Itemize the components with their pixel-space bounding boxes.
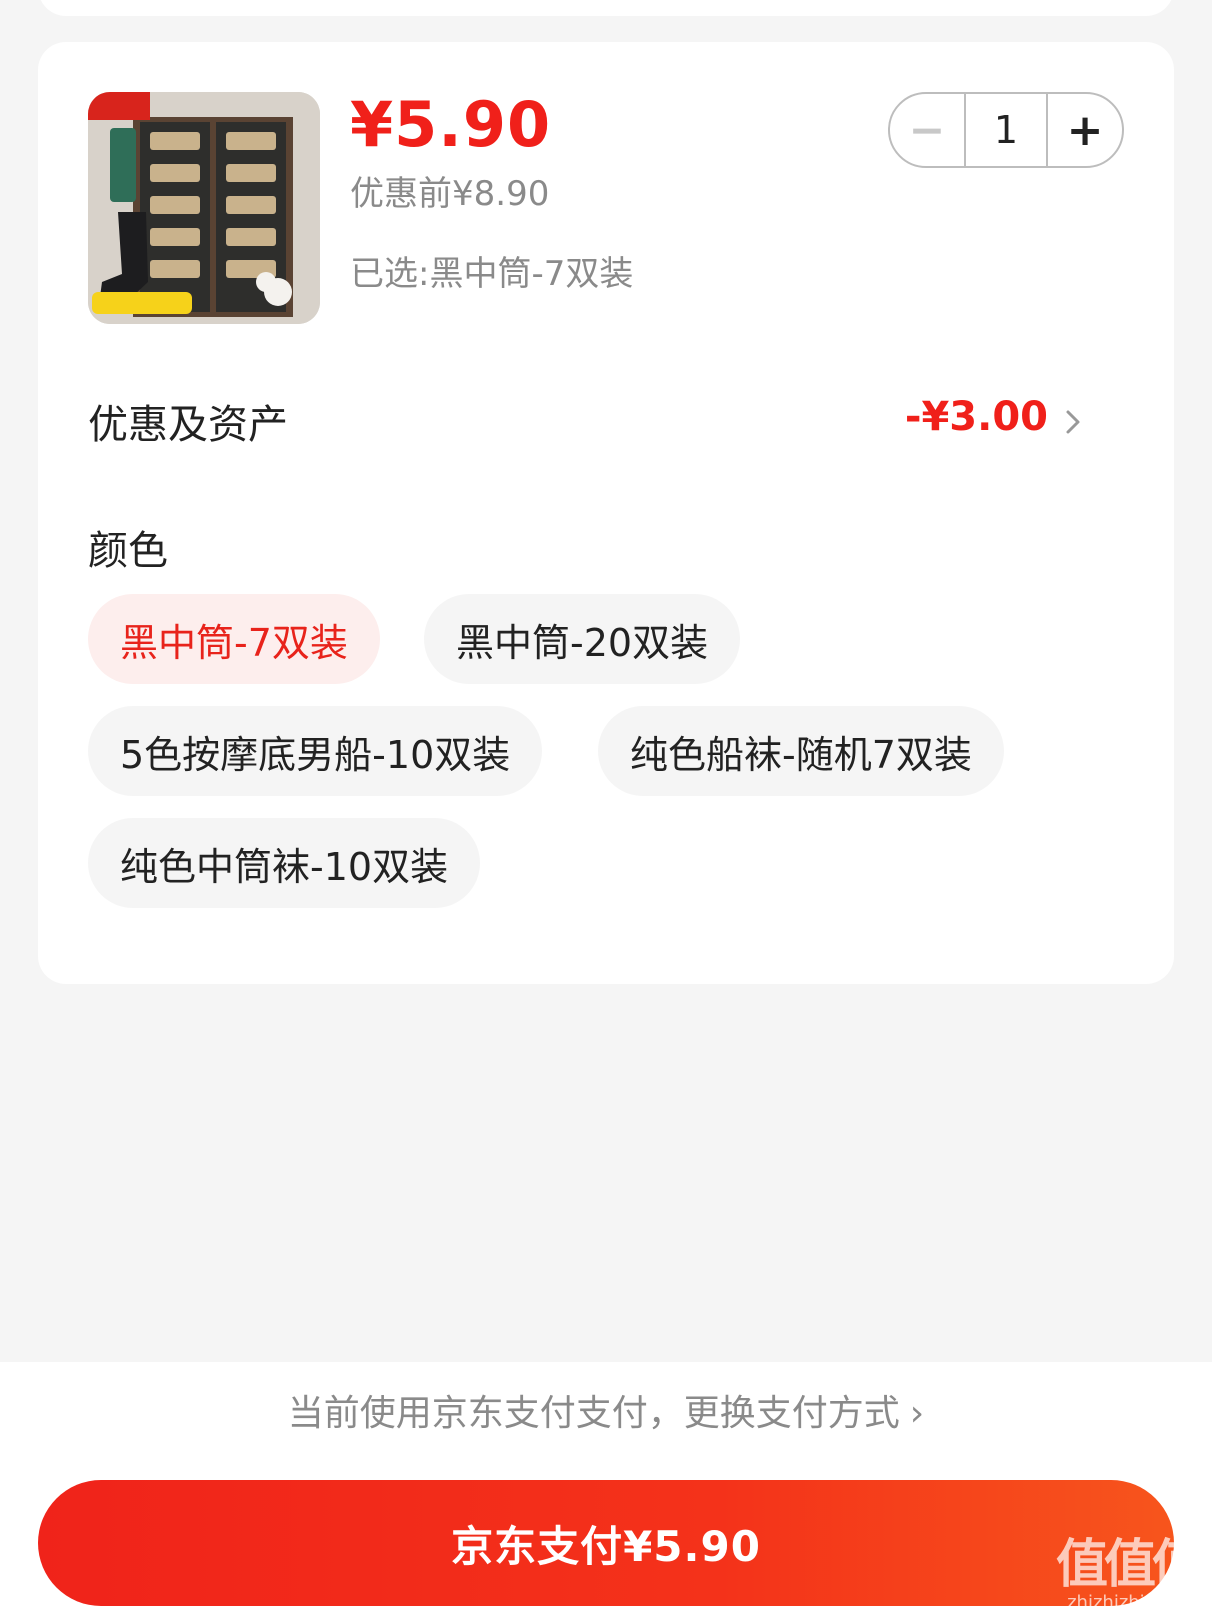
discount-amount: -¥3.00 [904,394,1048,440]
payment-area: 当前使用京东支付支付，更换支付方式 › 京东支付¥5.90 [0,1362,1212,1623]
previous-card [38,0,1174,16]
current-price: ¥5.90 [350,88,552,161]
change-payment-method-link[interactable]: 当前使用京东支付支付，更换支付方式 › [0,1384,1212,1436]
color-section-label: 颜色 [88,528,168,574]
watermark-domain: zhizhizhi.com [1067,1592,1189,1613]
increase-quantity-button[interactable]: + [1048,94,1122,166]
color-option-chip[interactable]: 黑中筒-7双装 [88,594,380,684]
chevron-right-icon [1066,410,1080,434]
color-option-chip[interactable]: 黑中筒-20双装 [424,594,741,684]
quantity-stepper: − 1 + [888,92,1124,168]
chevron-right-icon: › [909,1393,925,1434]
watermark-logo: 值值值 [1055,1535,1204,1595]
original-price: 优惠前¥8.90 [350,174,550,214]
color-option-chip[interactable]: 纯色船袜-随机7双装 [598,706,1004,796]
product-image [88,92,320,324]
decrease-quantity-button[interactable]: − [890,94,964,166]
selected-spec: 已选:黑中筒-7双装 [350,254,634,294]
payment-method-text: 当前使用京东支付支付，更换支付方式 [287,1393,900,1434]
discount-label: 优惠及资产 [88,402,288,448]
site-watermark: 值值值 zhizhizhi.com [1055,1535,1204,1613]
pay-button[interactable]: 京东支付¥5.90 [38,1480,1174,1606]
discount-row[interactable]: 优惠及资产 -¥3.00 [88,392,1088,452]
quantity-value[interactable]: 1 [964,94,1048,166]
color-option-chip[interactable]: 5色按摩底男船-10双装 [88,706,543,796]
product-card: ¥5.90 优惠前¥8.90 已选:黑中筒-7双装 − 1 + 优惠及资产 -¥… [38,42,1174,984]
color-option-chip[interactable]: 纯色中筒袜-10双装 [88,818,481,908]
